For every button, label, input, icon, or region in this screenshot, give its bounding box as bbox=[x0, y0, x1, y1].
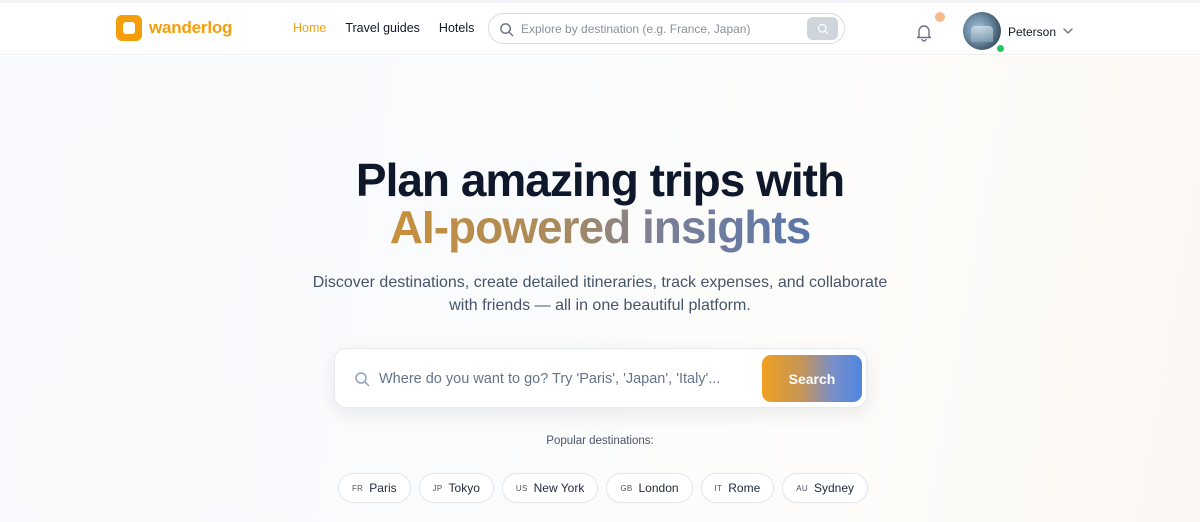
logo[interactable]: wanderlog bbox=[116, 15, 232, 41]
hero-subtitle: Discover destinations, create detailed i… bbox=[280, 271, 920, 317]
notification-bell-icon[interactable] bbox=[914, 22, 934, 42]
destination-chip-sydney[interactable]: AU Sydney bbox=[782, 473, 869, 503]
header-search bbox=[488, 13, 845, 44]
destination-chip-new-york[interactable]: US New York bbox=[501, 473, 599, 503]
hero-title-line2: AI-powered insights bbox=[0, 201, 1200, 253]
chevron-down-icon[interactable] bbox=[1063, 27, 1073, 35]
country-code: FR bbox=[352, 483, 364, 493]
country-code: IT bbox=[714, 483, 723, 493]
destination-name: London bbox=[638, 481, 679, 495]
destination-search-box: Search bbox=[334, 348, 867, 408]
logo-icon bbox=[116, 15, 142, 41]
hero-title-highlight: AI-powered insights bbox=[389, 201, 812, 253]
header-search-button[interactable] bbox=[807, 17, 838, 40]
destination-chip-paris[interactable]: FR Paris bbox=[338, 473, 411, 503]
nav-home[interactable]: Home bbox=[293, 21, 326, 35]
destination-chip-tokyo[interactable]: JP Tokyo bbox=[418, 473, 494, 503]
header-search-input[interactable] bbox=[521, 19, 791, 39]
country-code: AU bbox=[796, 483, 808, 493]
country-code: US bbox=[515, 483, 528, 493]
search-icon bbox=[355, 372, 370, 387]
destination-chip-rome[interactable]: IT Rome bbox=[700, 473, 775, 503]
destination-name: New York bbox=[533, 481, 585, 495]
destination-name: Rome bbox=[728, 481, 761, 495]
nav-travel-guides[interactable]: Travel guides bbox=[345, 21, 420, 35]
hero-subtitle-line2: with friends — all in one beautiful plat… bbox=[449, 297, 751, 314]
search-icon bbox=[817, 23, 828, 34]
top-navbar: wanderlog Home Travel guides Hotels Pete… bbox=[0, 3, 1200, 55]
user-name[interactable]: Peterson bbox=[1008, 25, 1056, 39]
country-code: GB bbox=[620, 483, 633, 493]
user-avatar[interactable] bbox=[963, 12, 1001, 50]
popular-destinations: FR Paris JP Tokyo US New York GB London … bbox=[338, 473, 869, 503]
destination-name: Tokyo bbox=[448, 481, 480, 495]
hero-section: Plan amazing trips with AI-powered insig… bbox=[0, 56, 1200, 522]
search-icon bbox=[500, 23, 514, 37]
destination-name: Sydney bbox=[814, 481, 855, 495]
destination-name: Paris bbox=[369, 481, 397, 495]
destination-chip-london[interactable]: GB London bbox=[606, 473, 693, 503]
destination-search-input[interactable] bbox=[379, 367, 749, 391]
logo-text: wanderlog bbox=[149, 18, 233, 37]
main-nav: Home Travel guides Hotels bbox=[293, 21, 474, 35]
nav-hotels[interactable]: Hotels bbox=[439, 21, 474, 35]
search-button[interactable]: Search bbox=[762, 355, 862, 402]
hero-title-line1: Plan amazing trips with bbox=[355, 154, 845, 206]
popular-destinations-label: Popular destinations: bbox=[546, 435, 654, 447]
country-code: JP bbox=[432, 483, 443, 493]
hero-subtitle-line1: Discover destinations, create detailed i… bbox=[312, 274, 888, 291]
online-status-dot bbox=[996, 44, 1005, 53]
notification-badge bbox=[935, 12, 945, 22]
